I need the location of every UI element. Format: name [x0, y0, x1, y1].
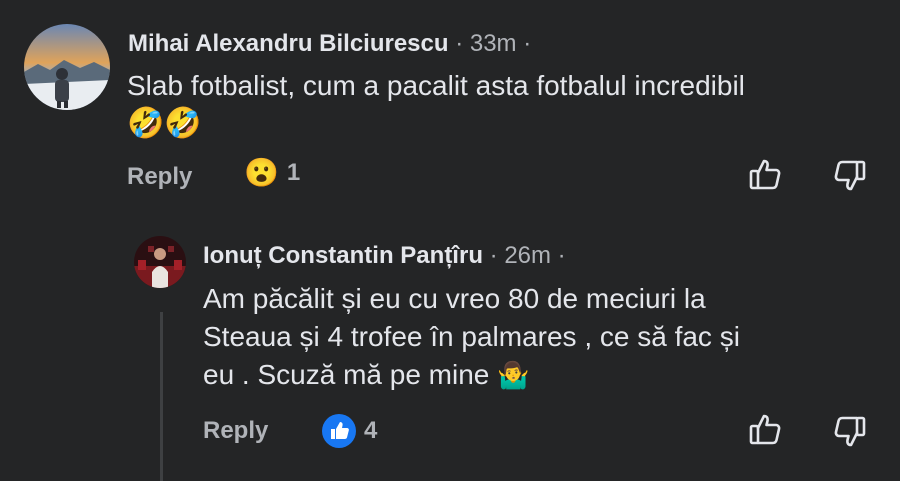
comment-author-name[interactable]: Ionuț Constantin Panțîru · 26m ·	[203, 242, 566, 270]
comment-emojis: 🤣🤣	[127, 107, 202, 141]
reaction-summary[interactable]: 4	[322, 414, 377, 448]
comment-author-name[interactable]: Mihai Alexandru Bilciurescu · 33m ·	[128, 30, 531, 58]
comment-text-line: Slab fotbalist, cum a pacalit asta fotba…	[127, 70, 745, 101]
reply-button[interactable]: Reply	[203, 417, 268, 445]
wow-reaction-icon: 😮	[244, 157, 279, 188]
shrug-emoji: 🤷‍♂️	[497, 360, 530, 391]
author-name[interactable]: Ionuț Constantin Panțîru	[203, 242, 483, 269]
timestamp: · 33m ·	[455, 30, 532, 57]
reaction-count: 4	[364, 417, 378, 444]
avatar-photo	[24, 24, 110, 110]
comment-text-line: Steaua și 4 trofee în palmares , ce să f…	[203, 321, 740, 353]
comment-text-line: Am păcălit și eu cu vreo 80 de meciuri l…	[203, 283, 706, 314]
comment-text-segment: eu . Scuză mă pe mine	[203, 359, 490, 391]
avatar[interactable]	[24, 24, 110, 110]
timestamp: · 26m ·	[489, 242, 566, 269]
thumbs-up-outline-icon[interactable]	[748, 412, 782, 451]
comment-text: Am păcălit și eu cu vreo 80 de meciuri l…	[203, 280, 740, 394]
thumbs-down-outline-icon[interactable]	[833, 159, 867, 198]
reaction-count: 1	[286, 159, 301, 186]
comment-ionut: Ionuț Constantin Panțîru · 26m · Am păcă…	[0, 210, 900, 481]
comment-mihai: Mihai Alexandru Bilciurescu · 33m · Slab…	[0, 0, 900, 210]
thumbs-up-outline-icon[interactable]	[748, 157, 782, 196]
thumbs-down-outline-icon[interactable]	[833, 415, 867, 454]
avatar-photo	[134, 236, 186, 288]
avatar[interactable]	[134, 236, 186, 288]
reply-button[interactable]: Reply	[127, 163, 192, 191]
comment-text-line: eu . Scuză mă pe mine 🤷‍♂️	[203, 356, 740, 394]
reaction-summary[interactable]: 😮 1	[244, 159, 300, 187]
author-name[interactable]: Mihai Alexandru Bilciurescu	[128, 30, 449, 57]
like-reaction-icon	[322, 414, 356, 448]
comment-text: Slab fotbalist, cum a pacalit asta fotba…	[127, 68, 745, 143]
